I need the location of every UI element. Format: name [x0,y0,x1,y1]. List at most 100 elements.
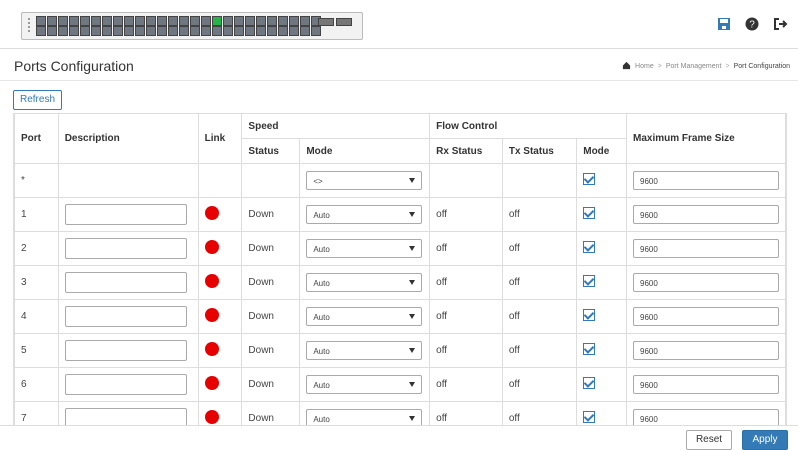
switch-port-icon [80,16,90,26]
mode-select[interactable]: Auto [306,273,423,292]
switch-port-icon [157,16,167,26]
mode-select[interactable]: Auto [306,239,423,258]
switch-port-icon [58,16,68,26]
cell-tx: off [501,367,578,402]
group-flow-control: Flow Control [429,113,627,139]
cell-description [57,367,199,402]
switch-port-icon [223,26,233,36]
max-frame-input[interactable]: 9600 [633,205,779,224]
col-tx-status: Tx Status [501,138,578,164]
cell-status: Down [241,367,301,402]
col-link: Link [197,113,243,164]
switch-port-icon [234,26,244,36]
fc-mode-checkbox[interactable] [583,241,596,253]
fc-mode-checkbox[interactable] [583,309,596,321]
link-status-icon [204,240,219,254]
mode-select[interactable]: <> [306,171,423,190]
switch-port-icon [278,16,288,26]
breadcrumb-port-management[interactable]: Port Management [666,63,722,70]
link-status-icon [204,376,219,390]
link-status-icon [204,410,219,424]
ports-table-container[interactable]: Port Description Link Speed Flow Control… [13,113,787,425]
cell-rx: off [429,367,503,402]
cell-fc-mode [576,163,627,198]
max-frame-input[interactable]: 9600 [633,409,779,425]
table-row: 7 Down Auto off off 9600 [14,401,786,425]
checkmark-icon [583,343,595,354]
help-icon[interactable]: ? [744,16,760,37]
cell-description [57,197,199,232]
cell-fc-mode [576,333,627,368]
col-rx-status: Rx Status [429,138,503,164]
mode-select-value: Auto [313,245,330,254]
breadcrumb: Home > Port Management > Port Configurat… [622,61,790,72]
max-frame-input[interactable]: 9600 [633,307,779,326]
cell-max-frame: 9600 [626,299,786,334]
mode-select[interactable]: Auto [306,307,423,326]
cell-description [57,299,199,334]
reset-button[interactable]: Reset [686,430,732,450]
description-input[interactable] [64,408,187,425]
description-input[interactable] [64,306,187,327]
cell-mode: Auto [299,367,431,402]
link-status-icon [204,274,219,288]
description-input[interactable] [64,204,187,225]
switch-port-icon [157,26,167,36]
refresh-button[interactable]: Refresh [13,90,63,110]
switch-port-icon [300,16,310,26]
mode-select[interactable]: Auto [306,341,423,360]
cell-max-frame: 9600 [626,401,786,425]
breadcrumb-home[interactable]: Home [635,63,654,70]
logout-icon[interactable] [772,16,788,37]
mode-select[interactable]: Auto [306,205,423,224]
cell-max-frame: 9600 [626,231,786,266]
description-input[interactable] [64,340,187,361]
switch-port-icon [289,16,299,26]
apply-button[interactable]: Apply [742,430,788,450]
max-frame-input[interactable]: 9600 [633,341,779,360]
fc-mode-checkbox[interactable] [583,343,596,355]
switch-port-icon [168,16,178,26]
ports-table: Port Description Link Speed Flow Control… [14,113,786,425]
cell-mode: Auto [299,265,431,300]
switch-port-icon [102,26,112,36]
svg-text:?: ? [749,20,755,31]
footer-bar: Reset Apply [0,425,798,450]
cell-link [197,333,243,368]
checkmark-icon [583,309,595,320]
chevron-down-icon [409,246,416,251]
cell-description [57,163,199,198]
max-frame-input[interactable]: 9600 [633,273,779,292]
description-input[interactable] [64,374,187,395]
fc-mode-checkbox[interactable] [583,377,596,389]
description-input[interactable] [64,238,187,259]
switch-port-icon [190,26,200,36]
table-row: 3 Down Auto off off 9600 [14,265,786,300]
fc-mode-checkbox[interactable] [583,411,596,423]
max-frame-input[interactable]: 9600 [633,239,779,258]
cell-status: Down [241,197,301,232]
col-mode: Mode [299,138,431,164]
fc-mode-checkbox[interactable] [583,207,596,219]
breadcrumb-separator: > [657,63,662,70]
table-row: 2 Down Auto off off 9600 [14,231,786,266]
switch-panel-image [21,12,363,40]
mode-select[interactable]: Auto [306,409,423,425]
fc-mode-checkbox[interactable] [583,173,596,185]
switch-port-icon [135,26,145,36]
table-row: 1 Down Auto off off 9600 [14,197,786,232]
max-frame-input[interactable]: 9600 [633,375,779,394]
switch-port-icon [91,26,101,36]
description-input[interactable] [64,272,187,293]
checkmark-icon [583,411,595,422]
fc-mode-checkbox[interactable] [583,275,596,287]
mode-select-value: Auto [313,347,330,356]
cell-status: Down [241,333,301,368]
col-max-frame: Maximum Frame Size [626,113,786,164]
top-bar: ? [0,0,798,49]
cell-tx: off [501,197,578,232]
mode-select[interactable]: Auto [306,375,423,394]
save-icon[interactable] [716,16,732,37]
max-frame-input[interactable]: 9600 [633,171,779,190]
cell-fc-mode [576,265,627,300]
